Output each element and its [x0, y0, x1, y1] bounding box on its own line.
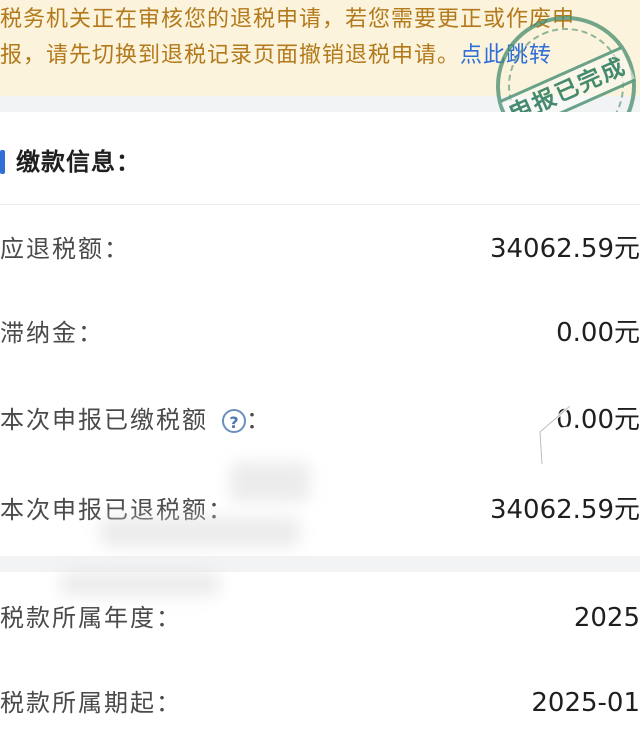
blur-artifact — [230, 462, 310, 502]
row-refund-due: 应退税额： 34062.59元 — [0, 229, 640, 269]
blur-artifact — [60, 572, 220, 596]
row-value: 2025-01 — [531, 688, 640, 718]
row-value: 34062.59元 — [489, 234, 640, 264]
section-title: 缴款信息： — [16, 148, 141, 176]
tax-period-card: 税款所属年度： 2025 税款所属期起： 2025-01 — [0, 572, 640, 738]
row-tax-refunded: 本次申报已退税额： 34062.59元 — [0, 490, 640, 530]
tap-gesture-icon — [520, 404, 572, 466]
row-label: 税款所属期起： — [0, 689, 182, 717]
notice-line-2-text: 报，请先切换到退税记录页面撤销退税申请。 — [0, 43, 461, 68]
row-label: 本次申报已缴税额?： — [0, 400, 272, 440]
row-label: 税款所属年度： — [0, 604, 182, 632]
blur-artifact — [100, 517, 300, 547]
row-tax-year: 税款所属年度： 2025 — [0, 598, 640, 638]
row-label: 应退税额： — [0, 235, 130, 263]
row-value: 34062.59元 — [489, 495, 640, 525]
payment-info-header: 缴款信息： — [0, 112, 640, 205]
row-label-text: 本次申报已缴税额 — [0, 406, 208, 434]
row-period-start: 税款所属期起： 2025-01 — [0, 683, 640, 723]
payment-info-card: 缴款信息： 应退税额： 34062.59元 滞纳金： 0.00元 本次申报已缴税… — [0, 112, 640, 556]
help-icon[interactable]: ? — [222, 409, 246, 433]
row-late-fee: 滞纳金： 0.00元 — [0, 313, 640, 353]
row-label: 滞纳金： — [0, 319, 104, 347]
row-label-suffix: ： — [246, 406, 272, 434]
row-value: 0.00元 — [556, 318, 640, 348]
section-accent-bar — [0, 150, 5, 174]
row-value: 2025 — [573, 603, 640, 633]
